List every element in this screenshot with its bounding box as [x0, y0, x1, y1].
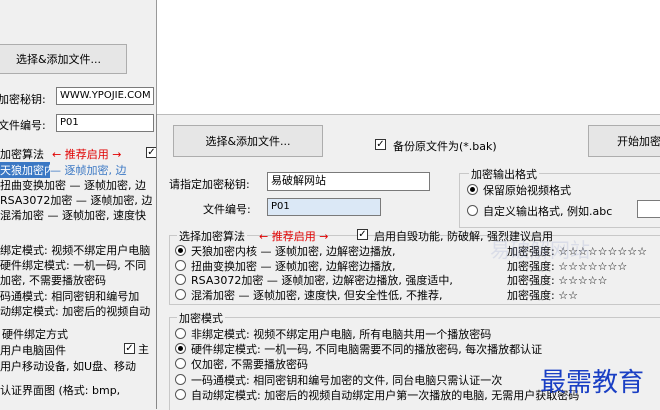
mode-radio-one-code[interactable]	[175, 374, 186, 385]
mode-item-hardware: 硬件绑定模式: 一机一码, 不同电脑需要不同的播放密码, 每次播放都认证	[191, 343, 543, 356]
output-custom-input[interactable]	[637, 200, 660, 218]
back-self-destroy-checkbox[interactable]: ✓	[146, 147, 156, 158]
back-hw-item[interactable]: 用户电脑固件	[0, 342, 66, 358]
faint-watermark: 易破解网站	[490, 238, 590, 262]
watermark-logo: 最需教育	[540, 368, 645, 398]
mode-item-encrypt-only: 仅加密, 不需要播放密码	[191, 358, 308, 371]
back-mode-item[interactable]: 码通模式: 相同密钥和编号加	[0, 288, 139, 304]
algo-strength-obfuscate: 加密强度: ☆☆	[507, 289, 578, 302]
algo-radio-tianlang[interactable]	[175, 245, 186, 256]
back-algo-item[interactable]: 扭曲变换加密 — 逐帧加密, 边	[0, 177, 146, 193]
back-mode-item[interactable]: 绑定模式: 视频不绑定用户电脑	[0, 242, 150, 258]
mode-item-none: 非绑定模式: 视频不绑定用户电脑, 所有电脑共用一个播放密码	[191, 328, 492, 341]
mode-item-one-code: 一码通模式: 相同密钥和编号加密的文件, 同台电脑只需认证一次	[191, 374, 503, 387]
self-destroy-checkbox[interactable]: ✓	[357, 229, 368, 240]
back-auth-image-label: 认证界面图 (格式: bmp,	[0, 384, 121, 397]
mode-radio-hardware[interactable]	[175, 343, 186, 354]
back-algo-item-rest: — 逐帧加密, 边	[50, 164, 127, 177]
back-algo-item[interactable]: 天狼加密内核 — 逐帧加密, 边	[0, 162, 50, 178]
mode-radio-none[interactable]	[175, 328, 186, 339]
mode-item-auto-bind: 自动绑定模式: 加密后的视频自动绑定用户第一次播放的电脑, 无需用户获取密码	[191, 389, 580, 402]
back-number-input[interactable]: P01	[56, 114, 154, 132]
output-keep-radio[interactable]	[467, 184, 478, 195]
back-mode-item[interactable]: 硬件绑定模式: 一机一码, 不同	[0, 257, 146, 273]
back-window: 选择&添加文件... 加密秘钥: WWW.YPOJIE.COM 文件编号: P0…	[0, 0, 157, 409]
back-hw-check-label: 主	[138, 343, 149, 356]
start-encrypt-button[interactable]: 开始加密	[588, 125, 660, 157]
algo-radio-obfuscate[interactable]	[175, 289, 186, 300]
key-input[interactable]: 易破解网站	[267, 172, 430, 191]
algo-strength-rsa: 加密强度: ☆☆☆☆☆	[507, 274, 608, 287]
mode-radio-encrypt-only[interactable]	[175, 358, 186, 369]
algo-item-obfuscate: 混淆加密 — 逐帧加密, 速度快, 但安全性低, 不推荐,	[191, 289, 443, 302]
back-key-label: 加密秘钥:	[0, 93, 46, 106]
output-custom-radio[interactable]	[467, 205, 478, 216]
back-algo-item[interactable]: RSA3072加密 — 逐帧加密, 边	[0, 192, 152, 208]
algo-item-rsa: RSA3072加密 — 逐帧加密, 边解密边播放, 强度适中,	[191, 274, 453, 287]
background-window	[156, 0, 660, 114]
back-algo-title: 加密算法	[0, 146, 46, 162]
number-label: 文件编号:	[203, 203, 251, 216]
backup-checkbox[interactable]: ✓	[375, 139, 386, 150]
algo-radio-rsa[interactable]	[175, 274, 186, 285]
mode-title: 加密模式	[177, 310, 225, 326]
back-algo-item[interactable]: 混淆加密 — 逐帧加密, 速度快	[0, 207, 146, 223]
add-file-button[interactable]: 选择&添加文件...	[173, 125, 323, 157]
algorithm-title: 选择加密算法	[177, 228, 247, 244]
back-hw-title: 硬件绑定方式	[0, 326, 70, 342]
key-label: 请指定加密秘钥:	[169, 178, 250, 191]
back-key-input[interactable]: WWW.YPOJIE.COM	[56, 87, 154, 105]
back-add-file-button[interactable]: 选择&添加文件...	[0, 44, 127, 74]
backup-label: 备份原文件为(*.bak)	[393, 140, 497, 153]
back-usb-item[interactable]: 用户移动设备, 如U盘、移动	[0, 358, 136, 374]
back-number-label: 文件编号:	[0, 119, 46, 132]
output-custom-label: 自定义输出格式, 例如.abc	[483, 205, 613, 218]
mode-radio-auto-bind[interactable]	[175, 389, 186, 400]
algo-radio-twist[interactable]	[175, 260, 186, 271]
back-recommend-label: ← 推荐启用 →	[52, 148, 122, 161]
back-mode-item[interactable]: 动绑定模式: 加密后的视频自动	[0, 303, 150, 319]
algo-item-tianlang: 天狼加密内核 — 逐帧加密, 边解密边播放,	[191, 245, 396, 258]
output-keep-label: 保留原始视频格式	[483, 184, 571, 197]
recommend-label: ← 推荐启用 →	[259, 230, 329, 243]
output-format-title: 加密输出格式	[469, 166, 539, 182]
back-mode-item[interactable]: 加密, 不需要播放密码	[0, 272, 106, 288]
back-hw-checkbox[interactable]: ✓	[124, 343, 135, 354]
number-input[interactable]: P01	[267, 198, 381, 216]
